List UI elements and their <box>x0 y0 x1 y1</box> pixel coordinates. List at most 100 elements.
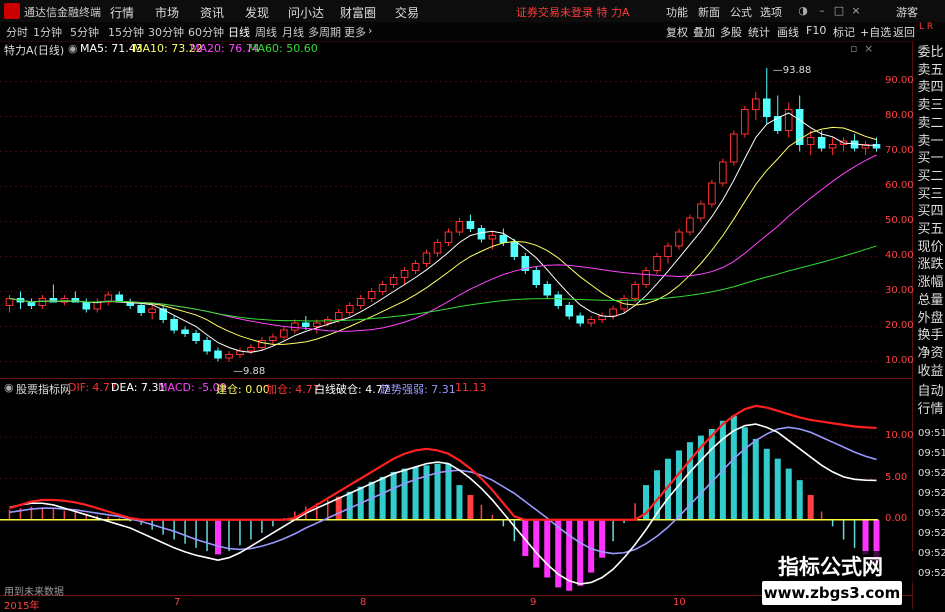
candle-body <box>828 144 837 149</box>
side-item[interactable]: 现价 <box>916 241 945 254</box>
side-item[interactable]: 总量 <box>916 294 945 307</box>
collapse-icon[interactable]: ◉ <box>68 42 78 55</box>
period-multi[interactable]: 多周期 <box>308 24 341 40</box>
candle-body <box>389 277 398 285</box>
chart-collapse-icon[interactable]: ▫ <box>850 42 857 55</box>
tool-back[interactable]: 返回 <box>893 24 915 40</box>
candle-body <box>411 263 420 271</box>
side-item[interactable]: 外盘 <box>916 312 945 325</box>
side-item[interactable]: 涨跌 <box>916 258 945 271</box>
side-item[interactable]: 卖三 <box>916 99 945 112</box>
menu-function[interactable]: 功能 <box>666 4 688 20</box>
side-item[interactable]: 买一 <box>916 152 945 165</box>
candle-body <box>773 116 782 131</box>
candle-body <box>653 256 661 271</box>
menu-trade[interactable]: 交易 <box>395 4 419 21</box>
period-15min[interactable]: 15分钟 <box>108 24 144 40</box>
side-lower-item[interactable]: 自动 <box>916 385 945 398</box>
macd-bar <box>412 466 419 520</box>
indicator-collapse-icon[interactable]: ◉ <box>4 381 14 394</box>
tool-overlay[interactable]: 叠加 <box>693 24 715 40</box>
candle-body <box>137 305 145 313</box>
menu-news[interactable]: 资讯 <box>200 4 224 21</box>
candle-body <box>532 270 541 285</box>
minimize-icon[interactable]: – <box>815 4 829 17</box>
candle-body <box>675 231 683 247</box>
candlestick-chart[interactable]: —93.88 —9.88 <box>0 57 912 379</box>
candle-body <box>378 284 387 292</box>
macd-bar <box>807 495 814 520</box>
macd-bar <box>239 519 241 546</box>
candle-body <box>762 98 771 117</box>
macd-bar <box>195 519 197 548</box>
maximize-icon[interactable]: □ <box>832 4 846 17</box>
candle-body <box>817 137 826 149</box>
period-60min[interactable]: 60分钟 <box>188 24 224 40</box>
period-monthly[interactable]: 月线 <box>282 24 304 40</box>
menu-newface[interactable]: 新面 <box>698 4 720 20</box>
side-item[interactable]: 买五 <box>916 223 945 236</box>
macd-bar <box>390 471 397 520</box>
side-time: 09:52 <box>918 548 945 559</box>
tool-mark[interactable]: 标记 <box>833 24 855 40</box>
macd-bar <box>785 468 792 520</box>
side-item[interactable]: 买四 <box>916 205 945 218</box>
tool-f10[interactable]: F10 <box>806 24 826 37</box>
menu-ask[interactable]: 问小达 <box>288 4 324 21</box>
tool-draw[interactable]: 画线 <box>777 24 799 40</box>
more-chevron-icon[interactable]: › <box>368 24 372 37</box>
period-30min[interactable]: 30分钟 <box>148 24 184 40</box>
side-item[interactable]: 卖一 <box>916 135 945 148</box>
period-timeshare[interactable]: 分时 <box>6 24 28 40</box>
candle-body <box>291 322 299 331</box>
skin-icon[interactable]: ◑ <box>796 4 810 17</box>
menu-wealth[interactable]: 财富圈 <box>340 4 376 21</box>
period-more[interactable]: 更多 <box>344 24 366 40</box>
menu-quotes[interactable]: 行情 <box>110 4 134 21</box>
candle-body <box>433 242 442 254</box>
tool-multistock[interactable]: 多股 <box>720 24 742 40</box>
tool-stats[interactable]: 统计 <box>748 24 770 40</box>
side-item[interactable]: 买二 <box>916 170 945 183</box>
price-high-label: —93.88 <box>773 65 812 76</box>
side-item[interactable]: 卖二 <box>916 117 945 130</box>
indicator-name[interactable]: 股票指标网 <box>16 381 71 397</box>
side-item[interactable]: 买三 <box>916 188 945 201</box>
side-item[interactable]: 净资 <box>916 347 945 360</box>
side-item[interactable]: 卖五 <box>916 64 945 77</box>
tool-adjust[interactable]: 复权 <box>666 24 688 40</box>
period-weekly[interactable]: 周线 <box>255 24 277 40</box>
close-icon[interactable]: × <box>849 4 863 17</box>
app-title: 通达信金融终端 <box>24 6 101 19</box>
candle-body <box>422 252 431 264</box>
side-item[interactable]: 卖四 <box>916 81 945 94</box>
menu-discover[interactable]: 发现 <box>245 4 269 21</box>
macd-bar <box>8 509 11 520</box>
ma-line-ma20 <box>9 154 877 332</box>
macd-bar <box>423 465 430 520</box>
macd-bar <box>752 438 759 520</box>
guest-label[interactable]: 游客 <box>896 4 918 20</box>
side-item[interactable]: 涨幅 <box>916 276 945 289</box>
menu-formula[interactable]: 公式 <box>730 4 752 20</box>
side-item[interactable]: 委比 <box>916 46 945 59</box>
period-bar: 分时 1分钟 5分钟 15分钟 30分钟 60分钟 日线 周线 月线 多周期 更… <box>0 22 945 42</box>
period-1min[interactable]: 1分钟 <box>33 24 62 40</box>
menu-options[interactable]: 选项 <box>760 4 782 20</box>
period-daily[interactable]: 日线 <box>228 24 250 40</box>
title-bar: 通达信金融终端 行情 市场 资讯 发现 问小达 财富圈 交易 证券交易未登录 特… <box>0 0 945 23</box>
x-label-7: 7 <box>174 597 181 608</box>
side-lower-item[interactable]: 行情 <box>916 403 945 416</box>
period-5min[interactable]: 5分钟 <box>70 24 99 40</box>
tool-favorite[interactable]: +自选 <box>860 24 891 40</box>
macd-bar <box>74 512 77 520</box>
candle-body <box>499 235 508 243</box>
macd-bar <box>612 519 614 542</box>
chart-close-icon[interactable]: × <box>864 42 873 55</box>
menu-market[interactable]: 市场 <box>155 4 179 21</box>
side-item[interactable]: 收益 <box>916 365 945 378</box>
macd-bar <box>346 491 353 520</box>
side-item[interactable]: 换手 <box>916 329 945 342</box>
candle-body <box>38 298 47 306</box>
macd-bar <box>206 519 208 552</box>
